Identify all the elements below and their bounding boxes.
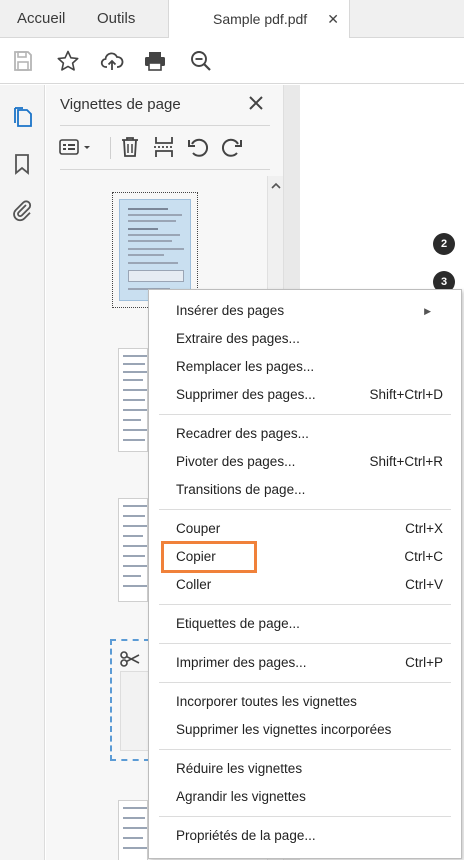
delete-icon[interactable] — [118, 135, 142, 159]
star-icon[interactable] — [56, 49, 80, 73]
menu-item-extract-pages[interactable]: Extraire des pages... — [149, 326, 461, 352]
page-thumbnail-image — [120, 671, 150, 751]
menu-item-print-pages[interactable]: Imprimer des pages... Ctrl+P — [149, 650, 461, 676]
menu-item-enlarge-thumbnails[interactable]: Agrandir les vignettes — [149, 784, 461, 810]
menu-separator — [159, 604, 451, 605]
page-thumbnails-icon[interactable] — [10, 105, 34, 129]
menu-item-cut[interactable]: Couper Ctrl+X — [149, 516, 461, 542]
menu-item-label: Réduire les vignettes — [176, 761, 303, 776]
options-menu-icon[interactable] — [58, 135, 96, 159]
menu-item-label: Agrandir les vignettes — [176, 789, 306, 804]
tab-document-label: Sample pdf.pdf — [213, 11, 308, 27]
page-thumbnail[interactable] — [118, 348, 148, 452]
menu-item-label: Transitions de page... — [176, 482, 306, 497]
page-number-badge: 2 — [433, 233, 455, 255]
page-thumbnail[interactable] — [118, 498, 148, 602]
rotate-left-icon[interactable] — [186, 135, 210, 159]
menu-item-label: Couper — [176, 521, 221, 536]
menu-item-label: Propriétés de la page... — [176, 828, 316, 843]
menu-item-shortcut: Shift+Ctrl+D — [369, 387, 443, 402]
menu-item-page-transitions[interactable]: Transitions de page... — [149, 477, 461, 503]
menu-item-paste[interactable]: Coller Ctrl+V — [149, 572, 461, 598]
menu-item-replace-pages[interactable]: Remplacer les pages... — [149, 354, 461, 380]
menu-item-label: Supprimer les vignettes incorporées — [176, 722, 392, 737]
print-icon[interactable] — [143, 49, 167, 73]
menu-separator — [159, 749, 451, 750]
menu-item-shortcut: Ctrl+P — [405, 655, 443, 670]
menu-item-label: Etiquettes de page... — [176, 616, 300, 631]
toolbar — [0, 38, 464, 84]
menu-item-label: Coller — [176, 577, 212, 592]
menu-item-label: Insérer des pages — [176, 303, 285, 318]
menu-separator — [159, 682, 451, 683]
divider — [60, 125, 270, 126]
attachment-icon[interactable] — [10, 199, 34, 223]
cloud-upload-icon[interactable] — [100, 49, 124, 73]
menu-item-shortcut: Ctrl+V — [405, 577, 443, 592]
menu-item-page-properties[interactable]: Propriétés de la page... — [149, 823, 461, 849]
menu-separator — [159, 509, 451, 510]
submenu-arrow-icon: ▶ — [424, 306, 431, 316]
menu-item-label: Pivoter des pages... — [176, 454, 296, 469]
menu-separator — [159, 816, 451, 817]
menu-item-remove-embedded-thumbnails[interactable]: Supprimer les vignettes incorporées — [149, 717, 461, 743]
menu-item-rotate-pages[interactable]: Pivoter des pages... Shift+Ctrl+R — [149, 449, 461, 475]
menu-item-label: Extraire des pages... — [176, 331, 300, 346]
menu-item-page-labels[interactable]: Etiquettes de page... — [149, 611, 461, 637]
close-panel-icon[interactable] — [246, 93, 266, 113]
panel-toolbar — [46, 129, 284, 169]
left-rail — [0, 85, 45, 860]
toolbar-separator — [110, 137, 111, 159]
menu-item-label: Recadrer des pages... — [176, 426, 309, 441]
menu-item-embed-thumbnails[interactable]: Incorporer toutes les vignettes — [149, 689, 461, 715]
menu-item-shortcut: Ctrl+X — [405, 521, 443, 536]
tab-bar: Accueil Outils Sample pdf.pdf ✕ — [0, 0, 464, 39]
menu-item-shortcut: Ctrl+C — [404, 549, 443, 564]
divider — [60, 169, 270, 170]
close-tab-icon[interactable]: ✕ — [327, 0, 339, 38]
panel-title: Vignettes de page — [60, 96, 181, 113]
menu-item-reduce-thumbnails[interactable]: Réduire les vignettes — [149, 756, 461, 782]
tab-tools[interactable]: Outils — [97, 0, 135, 38]
menu-separator — [159, 643, 451, 644]
bookmark-icon[interactable] — [10, 152, 34, 176]
copy-highlight-box — [161, 541, 257, 573]
menu-item-insert-pages[interactable]: Insérer des pages ▶ — [149, 298, 461, 324]
scissors-icon — [120, 651, 140, 667]
menu-item-label: Remplacer les pages... — [176, 359, 315, 374]
tab-home[interactable]: Accueil — [17, 0, 65, 38]
menu-item-label: Incorporer toutes les vignettes — [176, 694, 357, 709]
menu-item-shortcut: Shift+Ctrl+R — [369, 454, 443, 469]
menu-separator — [159, 414, 451, 415]
menu-item-label: Imprimer des pages... — [176, 655, 307, 670]
menu-item-label: Supprimer des pages... — [176, 387, 316, 402]
zoom-out-icon[interactable] — [189, 49, 213, 73]
save-icon[interactable] — [11, 49, 35, 73]
page-context-menu: Insérer des pages ▶ Extraire des pages..… — [148, 289, 462, 859]
page-thumbnail-cut[interactable] — [110, 639, 150, 761]
rotate-right-icon[interactable] — [220, 135, 244, 159]
scroll-up-icon[interactable] — [268, 178, 284, 194]
menu-item-crop-pages[interactable]: Recadrer des pages... — [149, 421, 461, 447]
page-thumbnail[interactable] — [118, 800, 148, 860]
menu-item-delete-pages[interactable]: Supprimer des pages... Shift+Ctrl+D — [149, 382, 461, 408]
tab-document[interactable]: Sample pdf.pdf ✕ — [168, 0, 350, 39]
page-thumbnail-image — [119, 199, 191, 301]
insert-page-icon[interactable] — [152, 135, 176, 159]
